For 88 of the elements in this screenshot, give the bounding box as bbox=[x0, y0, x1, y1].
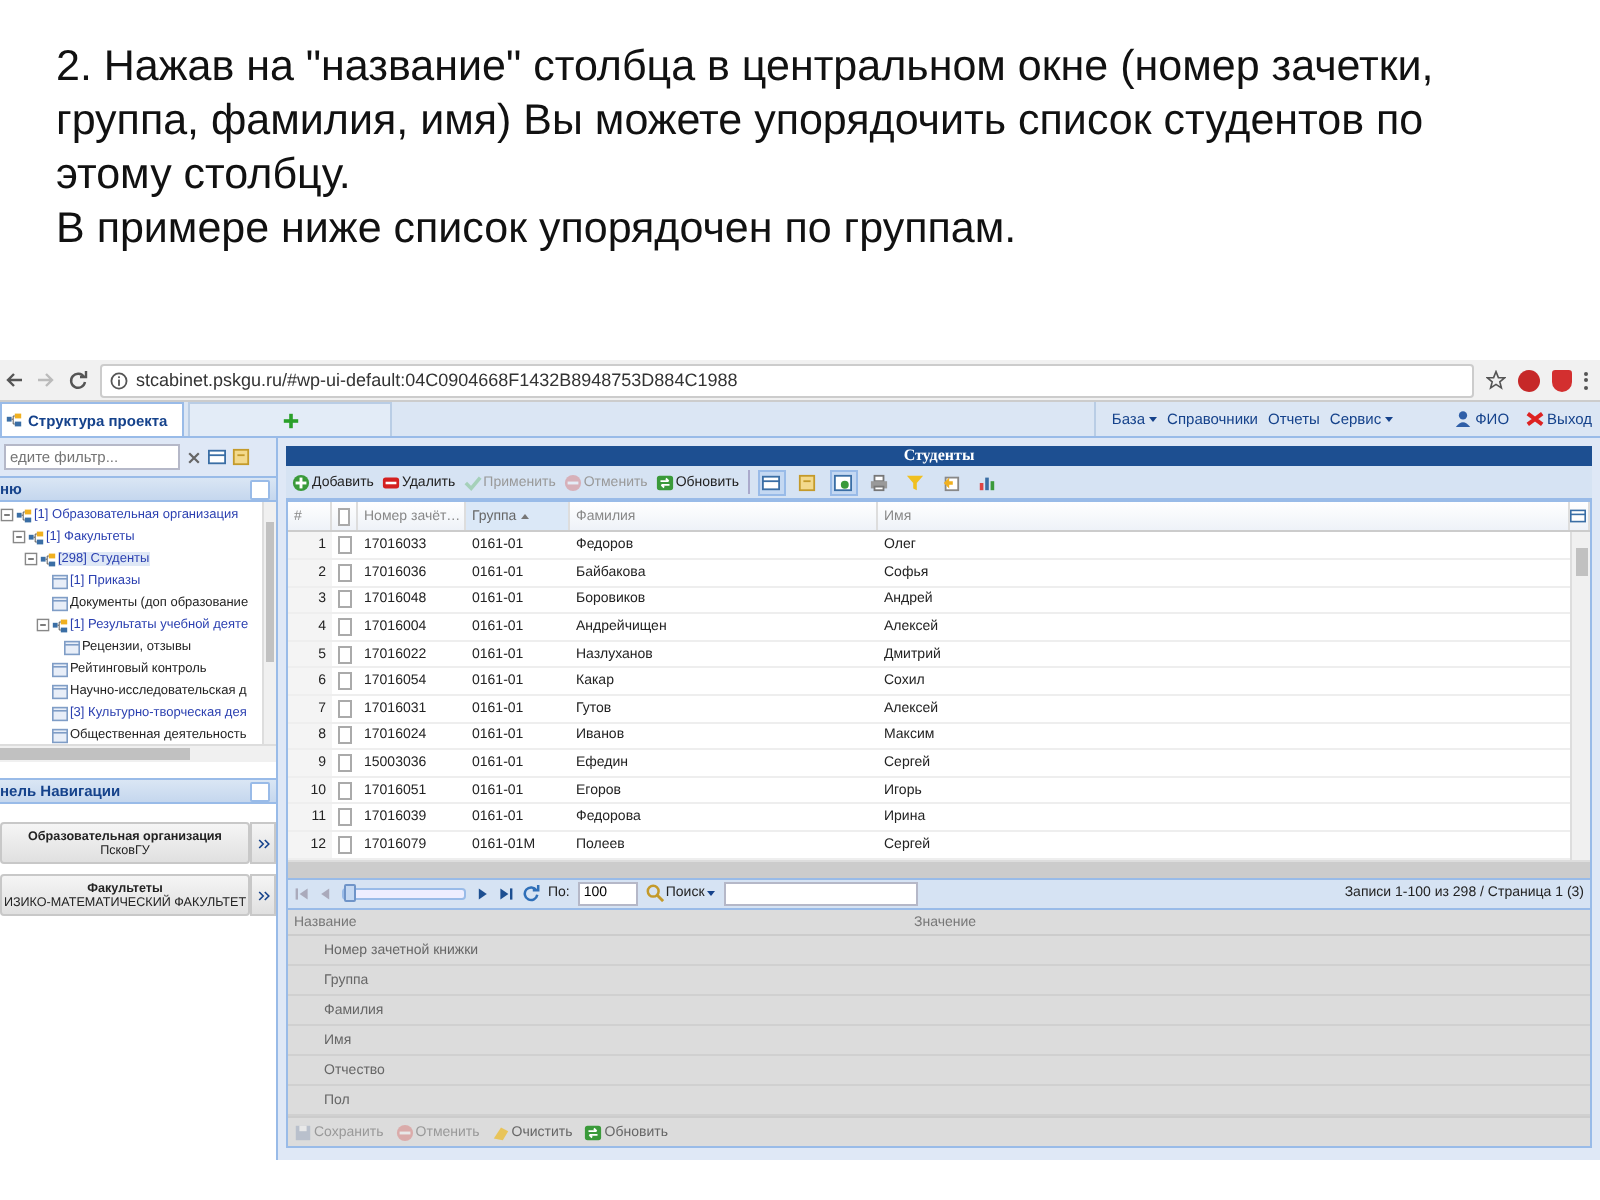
expand-button[interactable] bbox=[250, 874, 276, 916]
collapse-button[interactable] bbox=[250, 781, 270, 801]
slide-text: 2. Нажав на "название" столбца в центральном окне (номер зачетки, группа, фамилия, имя) Вы можете упорядочить список студентов по этому столбцу. bbox=[56, 40, 1436, 202]
delete-icon bbox=[381, 473, 400, 492]
add-icon bbox=[292, 473, 310, 492]
search-field[interactable] bbox=[724, 881, 919, 906]
cancel-icon bbox=[563, 473, 582, 492]
form-icon bbox=[798, 473, 817, 492]
checkbox[interactable] bbox=[338, 617, 352, 636]
checkbox[interactable] bbox=[338, 672, 352, 691]
checkbox[interactable] bbox=[338, 753, 352, 772]
slider-thumb[interactable] bbox=[344, 883, 356, 902]
save-icon bbox=[294, 1123, 312, 1141]
panel-title: Студенты bbox=[286, 446, 1592, 466]
first-page-icon[interactable] bbox=[294, 885, 310, 902]
checkbox[interactable] bbox=[338, 726, 352, 745]
add-tab-button[interactable] bbox=[188, 402, 392, 436]
expander-icon[interactable] bbox=[12, 530, 26, 544]
last-page-icon[interactable] bbox=[498, 885, 514, 902]
checkbox[interactable] bbox=[338, 645, 352, 664]
plus-icon bbox=[281, 411, 299, 429]
expander-icon[interactable] bbox=[0, 508, 14, 522]
star-icon[interactable] bbox=[1486, 370, 1506, 390]
page-slider[interactable] bbox=[342, 887, 466, 900]
info-icon bbox=[110, 371, 128, 389]
expander-icon[interactable] bbox=[24, 552, 38, 566]
caret-icon bbox=[706, 888, 717, 899]
extension-icon[interactable] bbox=[1518, 369, 1540, 391]
hierarchy-icon bbox=[16, 507, 32, 523]
filter-icon bbox=[906, 473, 925, 492]
hierarchy-icon bbox=[52, 617, 68, 633]
clear-icon bbox=[491, 1123, 510, 1141]
hierarchy-icon bbox=[6, 412, 22, 428]
checkbox[interactable] bbox=[338, 699, 352, 718]
collapse-button[interactable] bbox=[250, 479, 270, 499]
checkbox[interactable] bbox=[338, 781, 352, 800]
cancel-icon bbox=[395, 1123, 414, 1141]
cross-icon bbox=[1525, 410, 1544, 428]
toolbar-button[interactable] bbox=[757, 469, 786, 496]
reload-icon[interactable] bbox=[68, 370, 88, 390]
chevron-icon bbox=[255, 835, 271, 851]
table-icon bbox=[52, 727, 68, 743]
expand-button[interactable] bbox=[250, 822, 276, 864]
checkbox[interactable] bbox=[338, 835, 352, 854]
toolbar-button[interactable] bbox=[829, 469, 858, 496]
checkbox[interactable] bbox=[338, 808, 352, 827]
previous-page-icon[interactable] bbox=[318, 885, 334, 902]
caret-icon bbox=[1147, 414, 1158, 424]
shield-icon[interactable] bbox=[1552, 369, 1572, 391]
expander-icon[interactable] bbox=[36, 618, 50, 632]
table-icon bbox=[64, 639, 80, 655]
table-icon bbox=[52, 595, 68, 611]
checkbox[interactable] bbox=[338, 563, 352, 582]
table-icon bbox=[52, 661, 68, 677]
sort-icon bbox=[520, 511, 531, 522]
forward-icon[interactable] bbox=[36, 370, 56, 390]
import-icon bbox=[942, 473, 961, 492]
checkbox[interactable] bbox=[338, 507, 350, 526]
search-icon bbox=[645, 884, 664, 903]
print-icon bbox=[870, 473, 889, 492]
table-icon bbox=[52, 705, 68, 721]
checkbox[interactable] bbox=[338, 590, 352, 609]
slide-text: В примере ниже список упорядочен по группам. bbox=[56, 202, 1019, 256]
refresh-icon bbox=[584, 1123, 603, 1141]
export-icon bbox=[834, 473, 853, 492]
grid-icon[interactable] bbox=[208, 448, 226, 466]
table-icon bbox=[52, 683, 68, 699]
back-icon[interactable] bbox=[4, 370, 24, 390]
list-icon[interactable] bbox=[232, 448, 250, 466]
scrollbar[interactable] bbox=[0, 744, 276, 762]
columns-icon[interactable] bbox=[1570, 508, 1586, 525]
grid-icon bbox=[762, 473, 781, 492]
checkbox[interactable] bbox=[338, 536, 352, 555]
address-bar[interactable]: stcabinet.pskgu.ru/#wp-ui-default:04C0904668F1432B8948753D884C1988 bbox=[100, 363, 1474, 397]
refresh-icon bbox=[655, 473, 674, 492]
scrollbar[interactable] bbox=[262, 502, 276, 744]
caret-icon bbox=[1383, 414, 1394, 424]
user-icon bbox=[1453, 410, 1472, 428]
apply-icon bbox=[463, 473, 482, 492]
refresh-icon[interactable] bbox=[522, 884, 540, 903]
chevron-icon bbox=[255, 887, 271, 903]
hierarchy-icon bbox=[28, 529, 44, 545]
table-icon bbox=[52, 573, 68, 589]
hierarchy-icon bbox=[40, 551, 56, 567]
scrollbar[interactable] bbox=[1570, 532, 1590, 860]
next-page-icon[interactable] bbox=[474, 885, 490, 902]
chart-icon bbox=[978, 473, 997, 492]
clear-icon[interactable] bbox=[186, 449, 202, 465]
